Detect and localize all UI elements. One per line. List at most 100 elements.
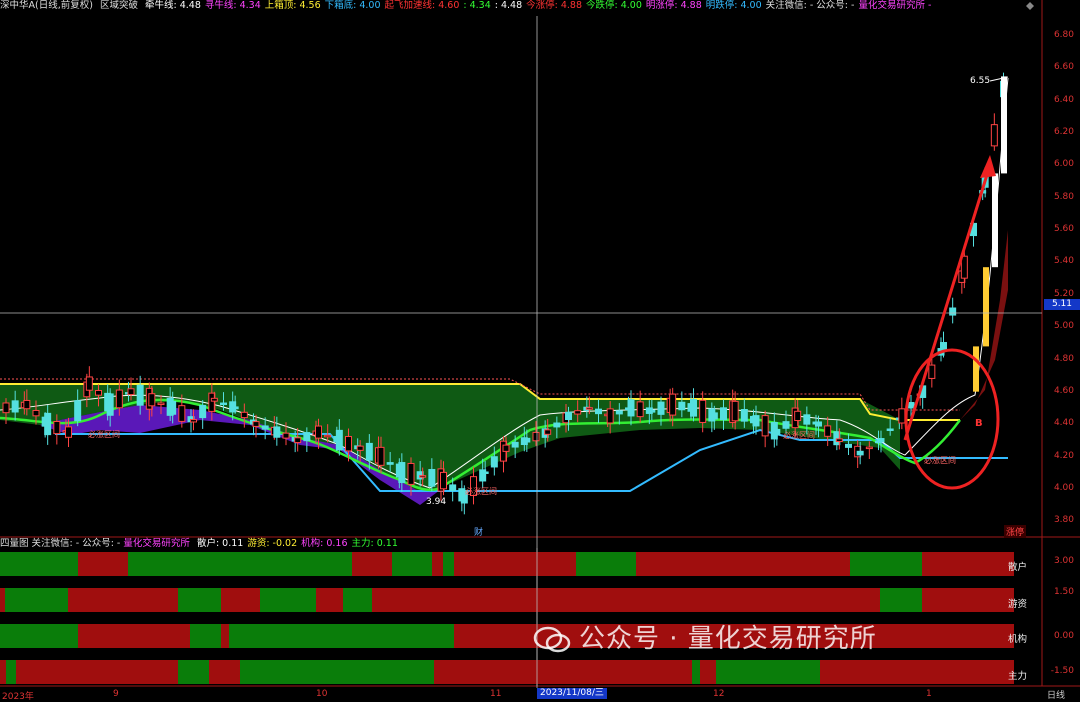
price-tick: 4.80 [1053,353,1074,364]
candle-body [282,432,290,439]
four-volume-chart[interactable] [0,548,1042,696]
flow-segment [432,552,443,576]
candle-body [136,384,144,406]
price-tick: 6.00 [1053,159,1074,170]
flow-segment [0,660,6,684]
candle-body [502,444,510,452]
flow-segment [434,660,692,684]
candle-body [386,462,394,465]
flow-segment [950,660,1014,684]
flow-segment [178,588,221,612]
candle-body [803,414,811,425]
flow-segment [260,588,316,612]
candle-body [106,393,114,416]
period-tab-daily[interactable]: 日线 [1044,688,1068,701]
candle-body [127,388,135,396]
finance-marker[interactable]: 财 [474,525,483,538]
candle-body [835,438,843,442]
candle-body [231,406,239,410]
candle-body [85,376,93,391]
candle-body [53,420,61,435]
flow-segment [78,624,190,648]
candle-body [824,425,832,437]
flow-segment [78,552,128,576]
lower-axis-tick: 0.00 [1053,631,1074,641]
price-tick: 4.40 [1053,418,1074,429]
flow-segment [820,660,950,684]
candle-body [11,400,19,413]
flow-segment [922,588,1014,612]
date-tick: 1 [926,689,932,699]
candle-body [261,425,269,430]
candle-body [398,462,406,483]
candle-body [740,409,748,422]
candle-body [615,410,623,415]
low-price-label: 3.94 [426,497,447,507]
flow-segment [443,552,454,576]
flow-segment [221,624,229,648]
candle-body [377,446,385,466]
candle-body [544,429,552,435]
high-price-label: 6.55 [970,76,991,86]
candle-body [648,409,656,413]
zone-label-3: 必涨区间 [783,431,815,440]
candle-body [720,407,727,421]
candle-body [907,402,915,409]
candle-body [627,399,635,417]
flow-segment [6,660,16,684]
candle-body [949,307,957,316]
watermark-text: 公众号 · 量化交易研究所 [579,624,877,654]
candle-body [190,419,197,423]
flow-segment [636,552,850,576]
flow-segment [352,552,392,576]
candle-body [990,124,998,147]
candle-body [490,456,498,468]
candle-body [32,409,40,417]
candle-body [2,402,10,414]
buy-marker: B [975,418,983,429]
candle-body [523,437,531,443]
candle-body [898,408,906,424]
candle-body [532,431,540,442]
candle-body [877,438,885,443]
price-tick: 4.00 [1053,482,1074,493]
flow-segment [16,660,178,684]
wechat-icon [533,626,571,652]
flow-segment [229,624,454,648]
rally-candle [973,346,979,392]
rally-candle [992,173,998,268]
candle-body [178,405,186,422]
candle-body [710,412,718,420]
candle-body [419,475,427,478]
flow-segment [0,624,5,648]
zone-label-4: 必涨区间 [924,456,956,465]
price-tick: 5.60 [1053,224,1074,235]
candle-body [574,410,582,415]
candle-body [782,421,790,429]
flow-segment [190,624,221,648]
rally-candle [983,267,989,347]
row-label-hotmoney: 游资 [1008,599,1028,610]
flow-segment [880,588,922,612]
flow-segment [392,552,432,576]
candle-body [731,400,739,422]
flow-segment [922,552,1014,576]
candle-body [595,408,602,415]
candle-body [210,397,218,402]
candle-body [865,446,873,450]
candle-body [407,462,415,485]
candle-body [669,393,677,416]
candle-body [440,471,447,490]
candle-body [345,436,352,452]
candle-body [752,415,760,427]
flow-segment [316,588,343,612]
date-tick: 9 [113,689,119,699]
candle-body [678,401,686,411]
flow-segment [343,588,372,612]
candle-body [324,434,332,438]
lower-axis-tick: -1.50 [1050,666,1074,676]
candle-body [115,389,123,409]
flow-segment [5,624,78,648]
candle-body [699,399,707,423]
candle-body [886,428,894,431]
